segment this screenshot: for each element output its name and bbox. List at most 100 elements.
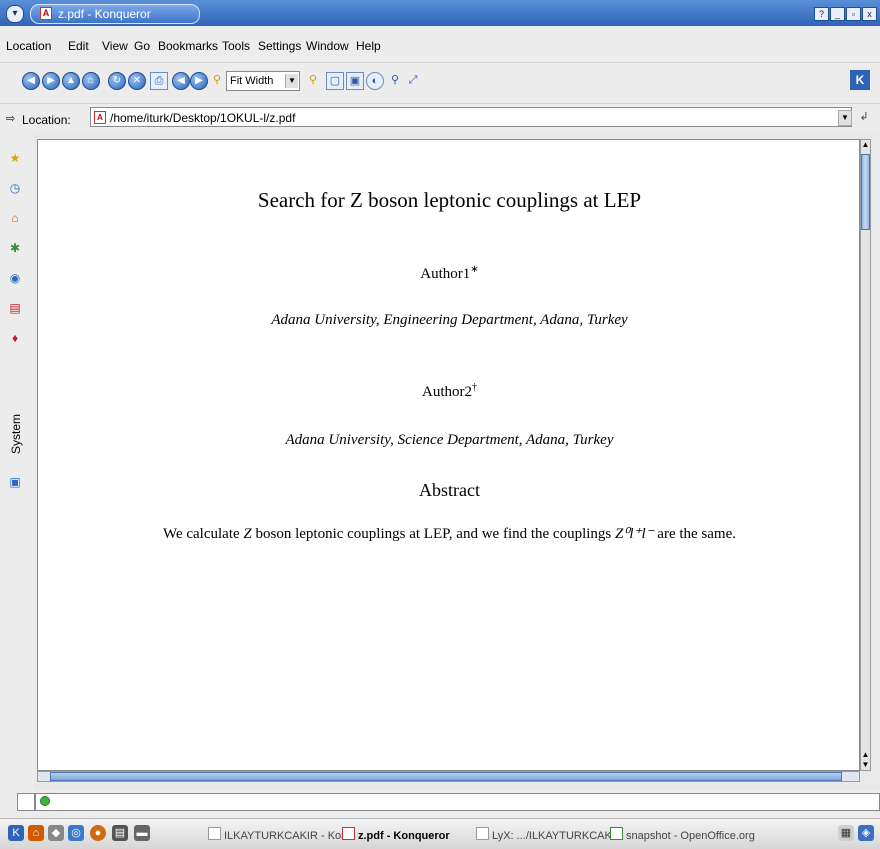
print-icon[interactable]: ⎙ — [150, 72, 168, 90]
taskbar: K ⌂ ◆ ◎ ● ▤ ▬ ILKAYTURKCAKIR - Kon z.pdf… — [0, 818, 880, 849]
menu-view[interactable]: View — [102, 39, 128, 53]
author-1-name: Author1 — [420, 266, 471, 282]
menu-help[interactable]: Help — [356, 39, 381, 53]
task-lyx[interactable]: LyX: .../ILKAYTURKCAKIF — [476, 827, 622, 842]
reload-icon[interactable]: ↻ — [108, 72, 126, 90]
window-titlebar: ▾ A z.pdf - Konqueror ? _ ▫ x — [0, 0, 880, 26]
menu-bookmarks[interactable]: Bookmarks — [158, 39, 218, 53]
menu-go[interactable]: Go — [134, 39, 150, 53]
close-button[interactable]: x — [862, 7, 877, 21]
status-indicator-icon — [40, 796, 50, 806]
pdf-icon: A — [94, 111, 106, 124]
home-icon[interactable]: ⌂ — [82, 72, 100, 90]
author-2-name: Author2 — [422, 384, 472, 400]
task-openoffice[interactable]: snapshot - OpenOffice.org — [610, 827, 755, 842]
root-folder-icon[interactable]: ♦ — [6, 325, 24, 351]
history-icon[interactable]: ◷ — [6, 175, 24, 201]
menu-edit[interactable]: Edit — [68, 39, 89, 53]
scroll-down-icon[interactable]: ▼ — [861, 760, 870, 770]
vertical-scrollbar[interactable]: ▲ ▲ ▼ — [860, 139, 871, 771]
window-menu-icon[interactable]: ▾ — [6, 5, 24, 23]
zoom-select[interactable]: Fit Width ▼ — [226, 71, 300, 91]
network-tray-icon[interactable]: ◈ — [858, 825, 874, 841]
maximize-button[interactable]: ▫ — [846, 7, 861, 21]
go-icon[interactable]: ↲ — [857, 110, 871, 124]
folder-icon — [208, 827, 221, 840]
zoom-value: Fit Width — [230, 75, 274, 87]
media-icon[interactable]: ▤ — [6, 295, 24, 321]
location-input[interactable]: A /home/iturk/Desktop/1OKUL-l/z.pdf — [90, 107, 852, 127]
forward-icon[interactable]: ▶ — [42, 72, 60, 90]
konqueror-icon[interactable]: ◎ — [68, 825, 84, 841]
services-icon[interactable]: ◉ — [6, 265, 24, 291]
menu-location[interactable]: Location — [6, 39, 51, 53]
rotate-icon[interactable]: ◐ — [366, 72, 384, 90]
task-z-pdf[interactable]: z.pdf - Konqueror — [342, 827, 450, 842]
openoffice-icon — [610, 827, 623, 840]
status-bar — [0, 790, 880, 816]
clipboard-icon[interactable]: ▦ — [838, 825, 854, 841]
next-page-icon[interactable]: ▶ — [190, 72, 208, 90]
location-dropdown-icon[interactable]: ▼ — [838, 110, 852, 126]
abstract-part-2: boson leptonic couplings at LEP, and we … — [251, 526, 616, 542]
horizontal-scrollbar[interactable] — [37, 771, 860, 782]
toolbar: ◀ ▶ ▲ ⌂ ↻ ✕ ⎙ ◀ ▶ ⚲ Fit Width ▼ ⚲ ▢ ▣ ◐ … — [0, 62, 880, 103]
single-page-icon[interactable]: ▢ — [326, 72, 344, 90]
scroll-up-icon[interactable]: ▲ — [861, 140, 870, 150]
navigation-sidebar: ★ ◷ ⌂ ✱ ◉ ▤ ♦ System ▣ — [0, 133, 34, 793]
editor-icon[interactable]: ▤ — [112, 825, 128, 841]
status-field — [35, 793, 880, 811]
home-icon[interactable]: ⌂ — [28, 825, 44, 841]
pdf-document-view[interactable]: Search for Z boson leptonic couplings at… — [37, 139, 860, 771]
firefox-icon[interactable]: ● — [90, 825, 106, 841]
scroll-up-icon[interactable]: ▲ — [861, 750, 870, 760]
bookmarks-icon[interactable]: ★ — [6, 145, 24, 171]
paper-title: Search for Z boson leptonic couplings at… — [257, 188, 642, 212]
location-arrow-icon: ⇨ — [6, 113, 16, 125]
network-icon[interactable]: ✱ — [6, 235, 24, 261]
author-2: Author2† — [38, 382, 859, 401]
menu-window[interactable]: Window — [306, 39, 349, 53]
location-bar: ⇨ Location: A /home/iturk/Desktop/1OKUL-… — [0, 103, 880, 133]
facing-pages-icon[interactable]: ▣ — [346, 72, 364, 90]
minimize-button[interactable]: _ — [830, 7, 845, 21]
kmenu-icon[interactable]: K — [8, 825, 24, 841]
location-value: /home/iturk/Desktop/1OKUL-l/z.pdf — [110, 111, 296, 125]
menu-tools[interactable]: Tools — [222, 39, 250, 53]
chevron-down-icon: ▼ — [285, 74, 298, 88]
task-label: snapshot - OpenOffice.org — [626, 830, 755, 842]
affiliation-2: Adana University, Science Department, Ad… — [285, 432, 614, 448]
abstract-part-3: are the same. — [653, 526, 737, 542]
location-label: Location: — [22, 113, 71, 127]
horizontal-scroll-thumb[interactable] — [50, 772, 842, 781]
task-ilkayturkcakir[interactable]: ILKAYTURKCAKIR - Kon — [208, 827, 347, 842]
author-1: Author1∗ — [38, 264, 859, 283]
sidebar-tab-system[interactable]: System — [4, 405, 26, 467]
vertical-scroll-thumb[interactable] — [861, 154, 870, 230]
help-button[interactable]: ? — [814, 7, 829, 21]
pdf-icon — [342, 827, 355, 840]
kde-logo-icon: K — [850, 70, 870, 90]
window-title: z.pdf - Konqueror — [58, 7, 151, 21]
sidebar-system-label: System — [9, 414, 23, 455]
pdf-icon: A — [40, 7, 52, 20]
zoom-out-icon[interactable]: ⚲ — [304, 72, 322, 90]
previous-page-icon[interactable]: ◀ — [172, 72, 190, 90]
devices-icon[interactable]: ▣ — [6, 469, 24, 495]
find-icon[interactable]: ⚲ — [386, 72, 404, 90]
monitor-icon[interactable]: ▬ — [134, 825, 150, 841]
menu-settings[interactable]: Settings — [258, 39, 301, 53]
abstract-part-1: We calculate — [162, 526, 244, 542]
home-folder-icon[interactable]: ⌂ — [6, 205, 24, 231]
lyx-icon — [476, 827, 489, 840]
fit-page-icon[interactable]: ⤢ — [404, 72, 422, 90]
zoom-icon[interactable]: ⚲ — [208, 72, 226, 90]
author-2-mark: † — [472, 382, 477, 393]
back-icon[interactable]: ◀ — [22, 72, 40, 90]
task-label: LyX: .../ILKAYTURKCAKIF — [492, 830, 622, 842]
up-icon[interactable]: ▲ — [62, 72, 80, 90]
abstract-text: We calculate Z boson leptonic couplings … — [38, 524, 859, 543]
stop-icon[interactable]: ✕ — [128, 72, 146, 90]
terminal-icon[interactable]: ◆ — [48, 825, 64, 841]
task-label: ILKAYTURKCAKIR - Kon — [224, 830, 348, 842]
